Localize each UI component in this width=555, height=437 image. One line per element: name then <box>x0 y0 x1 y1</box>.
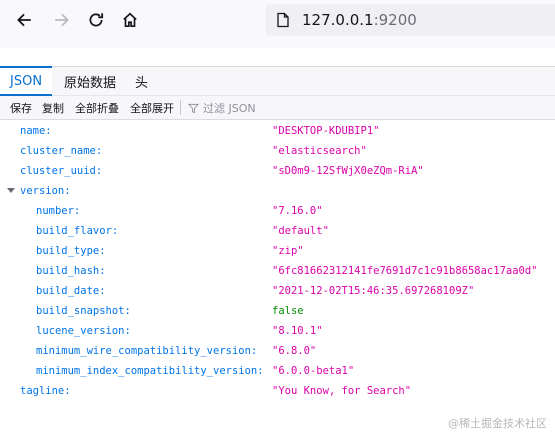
viewer-tabs: JSON 原始数据 头 <box>0 66 555 96</box>
json-value: "You Know, for Search" <box>272 385 412 397</box>
json-row-build-date[interactable]: build_date: "2021-12-02T15:46:35.6972681… <box>0 281 555 301</box>
expand-toggle-icon[interactable] <box>7 188 15 193</box>
json-key: lucene_version: <box>36 325 131 337</box>
forward-button[interactable] <box>50 8 74 32</box>
json-value: "6.0.0-beta1" <box>272 365 355 377</box>
json-value: "elasticsearch" <box>272 145 367 157</box>
json-key: version: <box>20 185 71 197</box>
browser-toolbar: 127.0.0.1:9200 <box>0 0 555 48</box>
toolbar-divider <box>180 100 181 115</box>
json-row-min-index-version[interactable]: minimum_index_compatibility_version: "6.… <box>0 361 555 381</box>
reload-icon <box>89 13 104 27</box>
tab-json[interactable]: JSON <box>0 66 53 96</box>
page-info-icon <box>277 12 289 28</box>
address-bar[interactable]: 127.0.0.1:9200 <box>266 4 555 36</box>
back-button[interactable] <box>12 8 36 32</box>
json-row-version[interactable]: version: <box>0 181 555 201</box>
json-row-number[interactable]: number: "7.16.0" <box>0 201 555 221</box>
json-key: build_flavor: <box>36 225 119 237</box>
json-row-cluster-uuid[interactable]: cluster_uuid: "sD0m9-12SfWjX0eZQm-RiA" <box>0 161 555 181</box>
filter-json-input[interactable]: 过滤 JSON <box>188 100 256 116</box>
json-key: build_type: <box>36 245 106 257</box>
json-key: cluster_name: <box>20 145 103 157</box>
json-row-min-wire-version[interactable]: minimum_wire_compatibility_version: "6.8… <box>0 341 555 361</box>
json-value: false <box>272 305 304 317</box>
json-key: build_date: <box>36 285 106 297</box>
back-arrow-icon <box>17 13 31 27</box>
json-row-build-hash[interactable]: build_hash: "6fc81662312141fe7691d7c1c91… <box>0 261 555 281</box>
save-button[interactable]: 保存 <box>10 100 32 116</box>
json-key: cluster_uuid: <box>20 165 103 177</box>
json-key: minimum_index_compatibility_version: <box>36 365 264 377</box>
url-host: 127.0.0.1 <box>302 11 374 29</box>
json-key: build_hash: <box>36 265 106 277</box>
json-row-lucene-version[interactable]: lucene_version: "8.10.1" <box>0 321 555 341</box>
tab-headers[interactable]: 头 <box>125 67 158 96</box>
watermark: @稀土掘金技术社区 <box>448 417 547 430</box>
json-value: "DESKTOP-KDUBIP1" <box>272 125 380 137</box>
json-row-build-snapshot[interactable]: build_snapshot: false <box>0 301 555 321</box>
json-value: "default" <box>272 225 329 237</box>
json-row-tagline[interactable]: tagline: "You Know, for Search" <box>0 381 555 401</box>
json-row-name[interactable]: name: "DESKTOP-KDUBIP1" <box>0 121 555 141</box>
json-row-build-type[interactable]: build_type: "zip" <box>0 241 555 261</box>
json-key: number: <box>36 205 81 217</box>
home-button[interactable] <box>118 8 142 32</box>
json-value: "8.10.1" <box>272 325 323 337</box>
json-value: "2021-12-02T15:46:35.697268109Z" <box>272 285 475 297</box>
json-key: build_snapshot: <box>36 305 131 317</box>
json-row-build-flavor[interactable]: build_flavor: "default" <box>0 221 555 241</box>
expand-all-button[interactable]: 全部展开 <box>130 100 174 116</box>
json-value: "6fc81662312141fe7691d7c1c91b8658ac17aa0… <box>272 265 538 277</box>
json-key: tagline: <box>20 385 71 397</box>
json-value: "sD0m9-12SfWjX0eZQm-RiA" <box>272 165 424 177</box>
json-value: "6.8.0" <box>272 345 317 357</box>
json-key: name: <box>20 125 52 137</box>
url-port: :9200 <box>373 11 417 29</box>
json-toolbar: 保存 复制 全部折叠 全部展开 过滤 JSON <box>0 96 555 120</box>
json-value: "zip" <box>272 245 304 257</box>
home-icon <box>123 12 137 28</box>
collapse-all-button[interactable]: 全部折叠 <box>75 100 119 116</box>
json-key: minimum_wire_compatibility_version: <box>36 345 258 357</box>
copy-button[interactable]: 复制 <box>42 100 64 116</box>
filter-placeholder: 过滤 JSON <box>203 102 256 115</box>
reload-button[interactable] <box>84 8 108 32</box>
filter-funnel-icon <box>188 103 199 113</box>
json-row-cluster-name[interactable]: cluster_name: "elasticsearch" <box>0 141 555 161</box>
forward-arrow-icon <box>55 13 69 27</box>
json-value: "7.16.0" <box>272 205 323 217</box>
tab-raw-data[interactable]: 原始数据 <box>54 67 126 96</box>
